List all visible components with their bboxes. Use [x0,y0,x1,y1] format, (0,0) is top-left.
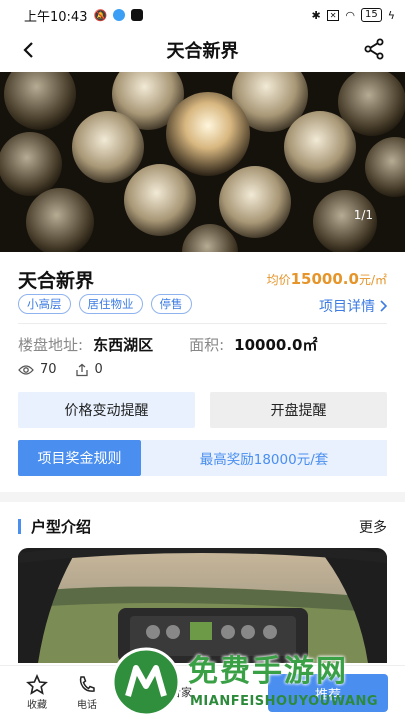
star-icon [26,674,48,695]
battery-indicator: 15 [361,8,382,22]
tag-list: 小高层 居住物业 停售 [18,294,192,314]
back-button[interactable] [16,38,40,62]
favorite-button[interactable]: 收藏 [17,674,57,711]
area-label: 面积: [189,336,225,354]
app-notification-icon [113,9,126,21]
share-button[interactable] [363,38,387,62]
tag-building-type: 小高层 [18,294,71,314]
views-stat: 70 [18,362,57,377]
phone-button[interactable]: 电话 [67,674,107,711]
status-bar: 上午10:43 🔕 ✱ ✕ ◠ 15 ϟ [0,0,405,30]
opening-alert-button[interactable]: 开盘提醒 [210,392,387,428]
project-banner-image[interactable]: 1/1 [0,72,405,252]
phone-label: 电话 [77,700,97,711]
phone-icon [79,676,95,692]
charging-icon: ϟ [387,8,395,22]
more-link[interactable]: 更多 [359,517,387,537]
price-change-alert-button[interactable]: 价格变动提醒 [18,392,195,428]
project-attributes: 楼盘地址: 东西湖区 面积: 10000.0㎡ [18,334,387,355]
bluetooth-icon: ✱ [311,8,321,22]
wifi-icon: ◠ [345,8,355,22]
project-stats: 70 0 [18,362,103,377]
project-details-link[interactable]: 项目详情 [319,296,387,316]
area-value: 10000.0㎡ [234,336,318,354]
eye-icon [18,364,34,375]
share-count-icon [75,363,88,376]
watermark-logo-icon [111,647,181,717]
section-separator [0,492,405,502]
notification-off-icon: 🔕 [93,8,108,22]
average-price: 均价15000.0元/㎡ [267,270,387,288]
status-time: 上午10:43 [24,9,88,25]
favorite-label: 收藏 [27,700,47,711]
max-bonus-text: 最高奖励18000元/套 [141,440,387,476]
project-details-label: 项目详情 [319,299,375,315]
chevron-left-icon [23,42,33,58]
shares-count: 0 [94,362,103,377]
address-label: 楼盘地址: [18,336,84,354]
project-name: 天合新界 [18,270,95,292]
watermark-subtext: MIANFEISHOUYOUWANG [190,694,379,709]
floor-plan-section-header: 户型介绍 更多 [18,516,387,537]
address-value: 东西湖区 [93,336,154,354]
page-title: 天合新界 [166,41,239,62]
site-watermark: 免费手游网 MIANFEISHOUYOUWANG [108,644,405,720]
price-value: 15000.0 [290,270,359,288]
bonus-rules-button[interactable]: 项目奖金规则 [18,440,141,476]
tag-sale-status: 停售 [150,294,192,314]
price-prefix: 均价 [266,273,291,287]
banner-photo [0,72,405,252]
chevron-right-icon [380,300,387,312]
sim-icon: ✕ [326,9,340,21]
views-count: 70 [40,362,57,377]
section-title: 户型介绍 [31,518,92,536]
section-accent-bar [18,519,21,534]
divider [18,323,387,324]
shares-stat: 0 [75,362,103,377]
tag-property-type: 居住物业 [78,294,143,314]
image-counter: 1/1 [353,208,373,222]
tiktok-notification-icon [131,9,144,21]
price-unit: 元/㎡ [358,273,387,287]
watermark-text: 免费手游网 [188,654,348,689]
share-icon [364,38,384,60]
nav-header: 天合新界 [0,30,405,70]
